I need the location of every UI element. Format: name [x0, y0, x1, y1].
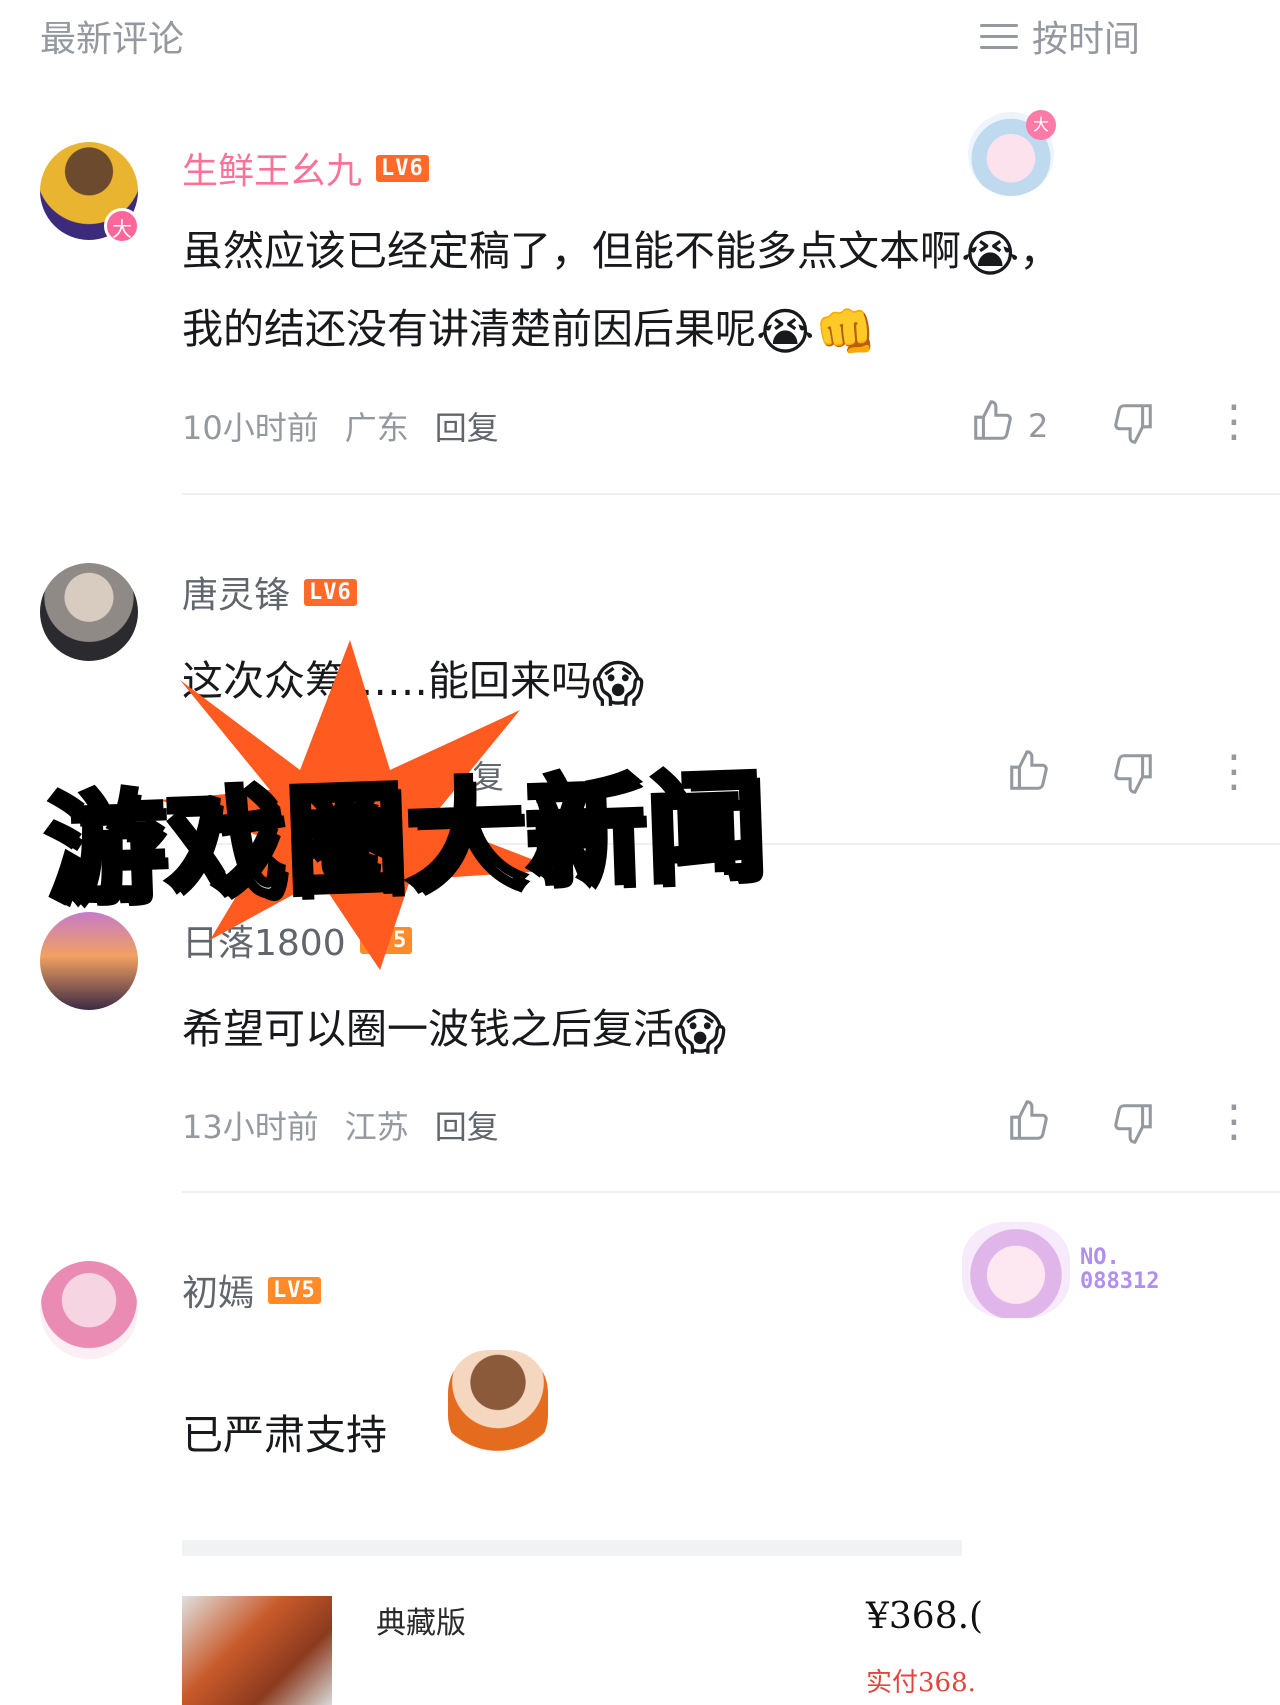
product-image[interactable]	[182, 1596, 332, 1705]
thumbs-up-icon[interactable]	[1006, 748, 1052, 804]
avatar-badge: 大	[104, 208, 140, 244]
overlay-banner: 游戏圈大新闻	[41, 753, 771, 922]
comment-content: 虽然应该已经定稿了，但能不能多点文本啊😭， 我的结还没有讲清楚前因后果呢😭👊	[182, 212, 1060, 368]
wailing-emoji-icon: 😱	[592, 655, 645, 713]
divider	[182, 1191, 1280, 1193]
sort-label: 按时间	[1031, 19, 1140, 60]
wailing-emoji-icon: 😱	[674, 1003, 727, 1061]
username[interactable]: 唐灵锋	[182, 566, 290, 618]
crying-emoji-icon: 😭	[961, 225, 1020, 283]
comment-user[interactable]: 初嫣 LV5	[182, 1264, 321, 1316]
more-vertical-icon[interactable]: ⋮	[1212, 1100, 1256, 1144]
fist-emoji-icon: 👊	[814, 303, 877, 361]
crying-emoji-icon: 😭	[756, 303, 815, 361]
comment-user[interactable]: 生鲜王幺九 LV6	[182, 142, 429, 194]
menu-lines-icon	[979, 21, 1018, 51]
level-badge: LV5	[268, 1276, 321, 1304]
level-badge: LV6	[376, 154, 429, 182]
sort-by-time-button[interactable]: 按时间	[979, 10, 1140, 62]
section-title: 最新评论	[40, 19, 185, 60]
sticker-image	[448, 1350, 548, 1458]
comment-time: 10小时前	[182, 409, 319, 447]
decorative-pendant	[962, 1222, 1070, 1318]
comment-text-tail: ，	[1019, 227, 1061, 275]
comment-meta: 13小时前 江苏 回复	[182, 1102, 499, 1148]
thumbs-down-icon[interactable]	[1110, 400, 1156, 456]
username[interactable]: 生鲜王幺九	[182, 142, 362, 194]
like-count: 2	[1028, 407, 1049, 445]
product-card-divider	[182, 1540, 962, 1556]
thumbs-down-icon[interactable]	[1110, 1100, 1156, 1156]
comment-meta: 10小时前 广东 回复	[182, 403, 499, 449]
comment-content: 希望可以圈一波钱之后复活😱	[182, 990, 726, 1068]
reply-button[interactable]: 回复	[435, 1102, 499, 1148]
comment-content: 已严肃支持	[182, 1396, 387, 1474]
comment-actions: 2	[970, 398, 1048, 454]
avatar[interactable]	[40, 563, 138, 661]
username[interactable]: 初嫣	[182, 1264, 254, 1316]
comment-time: 13小时前	[182, 1108, 319, 1146]
more-vertical-icon[interactable]: ⋮	[1212, 750, 1256, 794]
product-paid: 实付368.	[866, 1668, 976, 1698]
product-name: 典藏版	[376, 1606, 466, 1641]
avatar[interactable]	[40, 1261, 138, 1359]
thumbs-up-icon[interactable]	[1006, 1098, 1052, 1154]
reply-button[interactable]: 回复	[435, 403, 499, 449]
comment-text: 虽然应该已经定稿了，但能不能多点文本啊	[182, 227, 961, 275]
level-badge: LV6	[304, 578, 357, 606]
comment-location: 江苏	[344, 1108, 409, 1146]
pendant-number: NO. 088312	[1080, 1245, 1160, 1294]
product-price: ¥368.(	[866, 1596, 984, 1637]
thumbs-up-icon[interactable]	[970, 398, 1016, 454]
more-vertical-icon[interactable]: ⋮	[1212, 400, 1256, 444]
pendant-tag: 大	[1026, 110, 1056, 140]
thumbs-down-icon[interactable]	[1110, 750, 1156, 806]
comment-user[interactable]: 唐灵锋 LV6	[182, 566, 357, 618]
avatar[interactable]	[40, 912, 138, 1010]
comment-text: 希望可以圈一波钱之后复活	[182, 1005, 674, 1053]
comment-text: 我的结还没有讲清楚前因后果呢	[182, 305, 756, 353]
divider	[182, 493, 1280, 495]
comment-location: 广东	[344, 409, 409, 447]
comment-text: 已严肃支持	[182, 1411, 387, 1459]
